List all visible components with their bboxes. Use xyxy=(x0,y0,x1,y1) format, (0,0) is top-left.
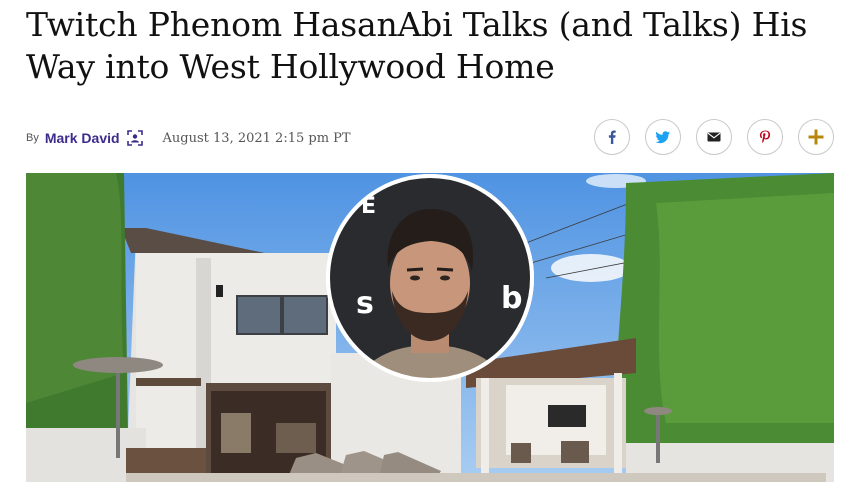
byline-prefix: By xyxy=(26,132,39,144)
svg-text:b: b xyxy=(501,281,522,316)
article-hero-image: s b E xyxy=(26,173,834,482)
more-share-icon xyxy=(808,129,824,145)
author-link[interactable]: Mark David xyxy=(45,130,120,146)
svg-text:s: s xyxy=(356,286,374,321)
pinterest-icon xyxy=(759,130,771,143)
facebook-icon xyxy=(608,130,616,144)
email-icon xyxy=(707,132,721,142)
article-headline: Twitch Phenom HasanAbi Talks (and Talks)… xyxy=(26,5,808,86)
share-pinterest-button[interactable] xyxy=(747,119,783,155)
share-email-button[interactable] xyxy=(696,119,732,155)
twitter-icon xyxy=(655,131,670,144)
author-profile-icon[interactable] xyxy=(126,130,143,146)
publish-date: August 13, 2021 2:15 pm PT xyxy=(162,130,351,146)
share-twitter-button[interactable] xyxy=(645,119,681,155)
share-more-button[interactable] xyxy=(798,119,834,155)
byline: By Mark David August 13, 2021 2:15 pm PT xyxy=(26,128,351,148)
share-bar xyxy=(594,119,834,155)
share-facebook-button[interactable] xyxy=(594,119,630,155)
